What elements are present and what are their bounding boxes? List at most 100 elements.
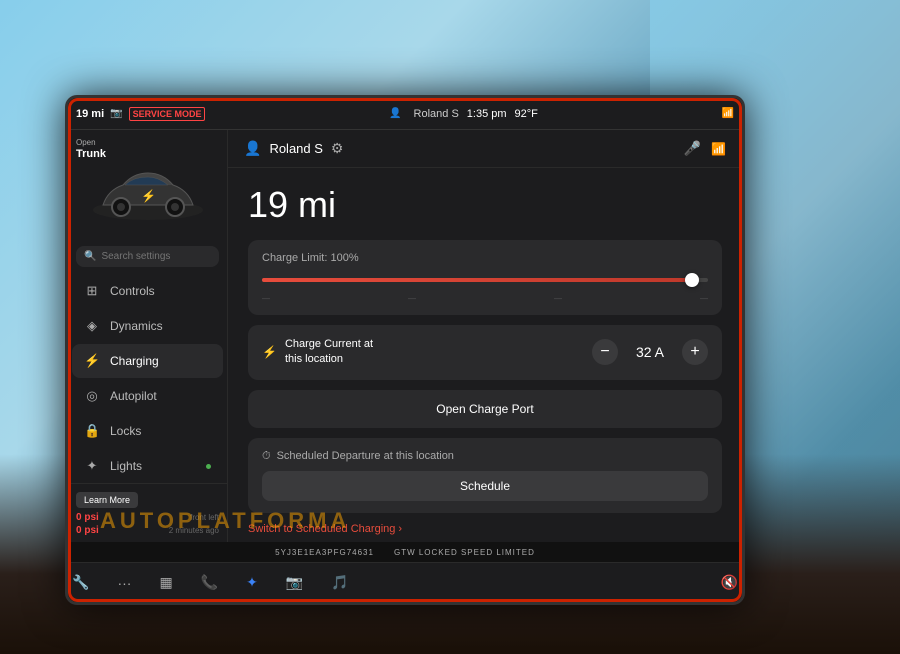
- charge-current-section: ⚡ Charge Current atthis location − 32 A …: [248, 325, 722, 380]
- nav-item-locks[interactable]: 🔒 Locks: [72, 414, 223, 448]
- taskbar-wrench-icon[interactable]: 🔧: [68, 570, 93, 595]
- charge-current-label: Charge Current atthis location: [285, 337, 373, 368]
- taskbar-music-icon[interactable]: 🎵: [327, 570, 352, 595]
- taskbar-camera-icon[interactable]: 📷: [282, 570, 307, 595]
- profile-person-icon: 👤: [244, 140, 261, 157]
- svg-text:⚡: ⚡: [141, 189, 156, 203]
- nav-item-dynamics[interactable]: ◈ Dynamics: [72, 309, 223, 343]
- status-mileage: 19 mi: [76, 108, 104, 120]
- profile-right: 🎤 📶: [684, 140, 726, 157]
- charge-amps-display: 32 A: [630, 344, 670, 360]
- learn-more-button[interactable]: Learn More: [76, 492, 138, 508]
- nav-label-charging: Charging: [110, 354, 159, 368]
- controls-icon: ⊞: [84, 283, 100, 299]
- right-panel: 👤 Roland S ⚙ 🎤 📶 19 mi Charge L: [228, 130, 742, 542]
- open-charge-port-button[interactable]: Open Charge Port: [248, 390, 722, 428]
- autopilot-icon: ◎: [84, 388, 100, 404]
- speed-limited-label: GTW LOCKED SPEED LIMITED: [394, 548, 535, 557]
- battery-miles-display: 19 mi: [248, 184, 722, 226]
- signal-bars-icon: 📶: [711, 142, 726, 156]
- person-icon: 👤: [389, 108, 401, 119]
- tire-item-rear: 0 psi 2 minutes ago: [76, 525, 219, 536]
- charge-limit-label: Charge Limit: 100%: [262, 252, 708, 264]
- mic-icon[interactable]: 🎤: [684, 140, 701, 157]
- switch-charging-link[interactable]: Switch to Scheduled Charging ›: [248, 523, 722, 535]
- status-username: Roland S: [414, 108, 459, 120]
- taskbar-phone-icon[interactable]: 📞: [197, 570, 222, 595]
- tick-4: —: [700, 294, 708, 303]
- status-time: 1:35 pm: [467, 108, 507, 120]
- charge-current-control: − 32 A +: [592, 339, 708, 365]
- charging-content: 19 mi Charge Limit: 100% — —: [228, 168, 742, 542]
- nav-item-controls[interactable]: ⊞ Controls: [72, 274, 223, 308]
- profile-name: Roland S: [269, 141, 322, 156]
- car-image-area: Open Trunk: [68, 130, 227, 240]
- tick-2: —: [408, 294, 416, 303]
- tick-1: —: [262, 294, 270, 303]
- profile-left: 👤 Roland S ⚙: [244, 140, 343, 157]
- lights-icon: ✦: [84, 458, 100, 474]
- clock-icon: ⏱: [262, 450, 271, 463]
- scheduled-header: ⏱ Scheduled Departure at this location: [262, 450, 708, 463]
- charge-plug-icon: ⚡: [262, 345, 277, 359]
- charge-slider-thumb[interactable]: [685, 273, 699, 287]
- tick-3: —: [554, 294, 562, 303]
- screen-content: 19 mi 📷 SERVICE MODE 👤 Roland S 1:35 pm …: [68, 98, 742, 602]
- profile-header: 👤 Roland S ⚙ 🎤 📶: [228, 130, 742, 168]
- trunk-label: Trunk: [76, 148, 106, 160]
- nav-item-lights[interactable]: ✦ Lights: [72, 449, 223, 483]
- charge-slider-container[interactable]: [262, 270, 708, 290]
- nav-label-controls: Controls: [110, 284, 155, 298]
- locks-icon: 🔒: [84, 423, 100, 439]
- charge-current-left: ⚡ Charge Current atthis location: [262, 337, 373, 368]
- taskbar-dots-icon[interactable]: ···: [113, 571, 135, 595]
- status-bar: 19 mi 📷 SERVICE MODE 👤 Roland S 1:35 pm …: [68, 98, 742, 130]
- status-bar-right: 📶: [722, 108, 734, 119]
- charge-increase-button[interactable]: +: [682, 339, 708, 365]
- nav-items-list: ⊞ Controls ◈ Dynamics ⚡ Charging ◎ Autop…: [68, 273, 227, 483]
- search-bar[interactable]: 🔍: [76, 246, 219, 267]
- taskbar: 🔧 ··· ▦ 📞 ✦ 📷 🎵 🔇: [68, 562, 742, 602]
- nav-label-locks: Locks: [110, 424, 141, 438]
- charge-slider-track: [262, 278, 708, 282]
- charge-decrease-button[interactable]: −: [592, 339, 618, 365]
- search-icon: 🔍: [84, 251, 96, 262]
- open-label: Open: [76, 138, 96, 147]
- camera-icon: 📷: [110, 108, 122, 119]
- profile-settings-icon[interactable]: ⚙: [331, 140, 344, 157]
- slider-ticks: — — — —: [262, 294, 708, 303]
- taskbar-bluetooth-icon[interactable]: ✦: [242, 570, 262, 595]
- tire-info: 0 psi front left 0 psi 2 minutes ago: [76, 512, 219, 536]
- tire-label-front: front left: [190, 513, 219, 522]
- left-panel: Open Trunk: [68, 130, 228, 542]
- main-area: Open Trunk: [68, 130, 742, 542]
- search-input[interactable]: [101, 251, 211, 262]
- bottom-info: Learn More 0 psi front left 0 psi 2 minu…: [68, 483, 227, 542]
- tire-psi-rear: 0 psi: [76, 525, 99, 536]
- service-mode-badge: SERVICE MODE: [129, 107, 206, 121]
- nav-label-autopilot: Autopilot: [110, 389, 157, 403]
- charging-icon: ⚡: [84, 353, 100, 369]
- status-bar-center: 👤 Roland S 1:35 pm 92°F: [211, 108, 715, 120]
- tire-item-front: 0 psi front left: [76, 512, 219, 523]
- schedule-button[interactable]: Schedule: [262, 471, 708, 501]
- car-illustration: ⚡: [83, 155, 213, 225]
- signal-icon: 📶: [722, 108, 734, 119]
- taskbar-speaker-icon[interactable]: 🔇: [717, 570, 742, 595]
- nav-item-charging[interactable]: ⚡ Charging: [72, 344, 223, 378]
- vin-bar: 5YJ3E1EA3PFG74631 GTW LOCKED SPEED LIMIT…: [68, 542, 742, 562]
- lights-dot: [206, 464, 211, 469]
- nav-label-dynamics: Dynamics: [110, 319, 163, 333]
- tire-label-rear: 2 minutes ago: [169, 526, 219, 535]
- taskbar-grid-icon[interactable]: ▦: [155, 570, 176, 595]
- tire-psi-front: 0 psi: [76, 512, 99, 523]
- nav-item-autopilot[interactable]: ◎ Autopilot: [72, 379, 223, 413]
- nav-label-lights: Lights: [110, 459, 142, 473]
- charge-slider-fill: [262, 278, 686, 282]
- dynamics-icon: ◈: [84, 318, 100, 334]
- scheduled-label: Scheduled Departure at this location: [277, 450, 454, 462]
- charge-limit-section: Charge Limit: 100% — — — —: [248, 240, 722, 315]
- status-temp: 92°F: [515, 108, 538, 120]
- screen-bezel: 19 mi 📷 SERVICE MODE 👤 Roland S 1:35 pm …: [65, 95, 745, 605]
- scheduled-section: ⏱ Scheduled Departure at this location S…: [248, 438, 722, 513]
